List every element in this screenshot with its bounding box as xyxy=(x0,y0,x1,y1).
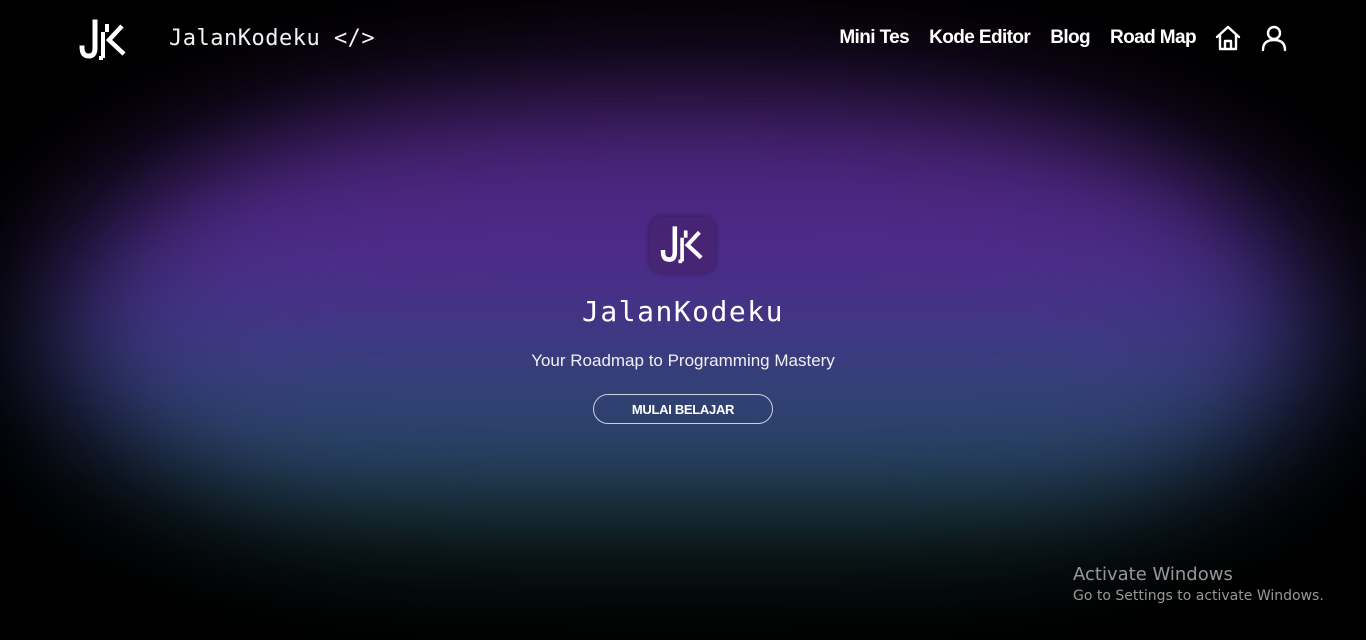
main-nav: Mini Tes Kode Editor Blog Road Map xyxy=(819,24,1288,52)
page: JalanKodeku </> Mini Tes Kode Editor Blo… xyxy=(0,0,1366,640)
user-icon[interactable] xyxy=(1260,24,1288,52)
mulai-belajar-button[interactable]: MULAI BELAJAR xyxy=(593,394,773,424)
nav-road-map[interactable]: Road Map xyxy=(1110,27,1197,49)
home-icon[interactable] xyxy=(1214,24,1242,52)
jk-logo-icon[interactable] xyxy=(78,18,130,62)
brand-name[interactable]: JalanKodeku </> xyxy=(169,26,375,51)
nav-blog[interactable]: Blog xyxy=(1050,27,1090,49)
nav-mini-tes[interactable]: Mini Tes xyxy=(839,27,909,49)
watermark-subtitle: Go to Settings to activate Windows. xyxy=(1073,588,1324,604)
watermark-title: Activate Windows xyxy=(1073,564,1233,585)
hero-title: JalanKodeku xyxy=(582,295,784,328)
hero-subtitle: Your Roadmap to Programming Mastery xyxy=(531,351,835,370)
windows-activation-watermark: Activate Windows Go to Settings to activ… xyxy=(1073,564,1324,604)
nav-kode-editor[interactable]: Kode Editor xyxy=(929,27,1031,49)
site-header: JalanKodeku </> Mini Tes Kode Editor Blo… xyxy=(0,0,1366,80)
hero-jk-logo-icon xyxy=(650,217,715,273)
